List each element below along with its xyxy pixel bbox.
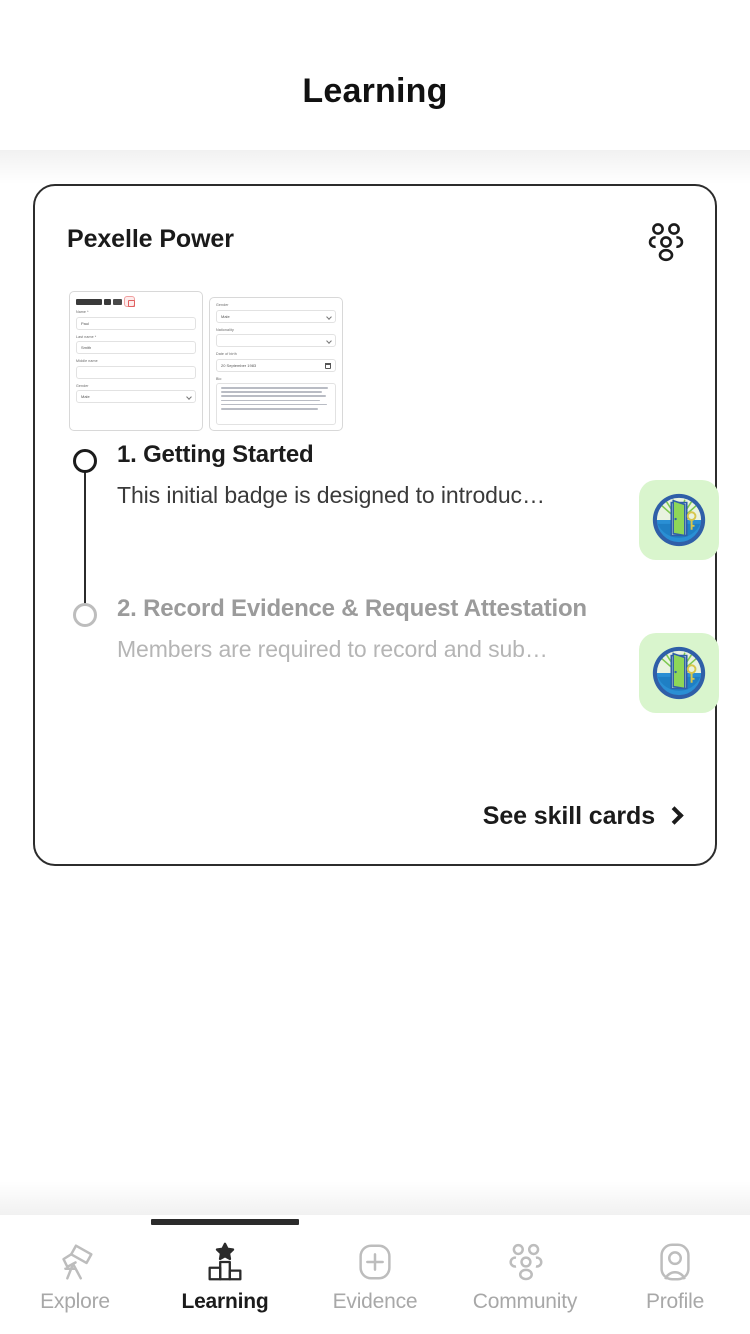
field-label: Name * — [76, 310, 89, 314]
open-door-badge-icon[interactable] — [639, 633, 719, 713]
app-screen: Learning Pexelle Power Name * Paul Last … — [0, 0, 750, 1334]
nav-item-community[interactable]: Community — [450, 1215, 600, 1334]
form-field-gender: Gender Male — [216, 303, 336, 323]
bottom-navigation: Explore Learning Evidence Community Prof… — [0, 1215, 750, 1334]
form-field-gender: Gender Male — [76, 383, 196, 403]
learning-pathway-card[interactable]: Pexelle Power Name * Paul Last name * Sm… — [33, 184, 719, 866]
field-label: Gender — [76, 383, 89, 388]
field-label: Bio — [216, 376, 222, 381]
thumbnail-toolbar — [76, 296, 196, 307]
field-label: Middle name — [76, 359, 98, 363]
step-item-2[interactable]: 2. Record Evidence & Request Attestation… — [117, 595, 717, 663]
timeline-connector — [84, 461, 86, 609]
step-title: 1. Getting Started — [117, 441, 314, 468]
nav-item-explore[interactable]: Explore — [0, 1215, 150, 1334]
chevron-down-icon — [326, 313, 332, 320]
field-label: Last name * — [76, 334, 97, 339]
community-icon[interactable] — [641, 218, 689, 266]
page-title: Learning — [302, 72, 448, 110]
calendar-icon — [325, 363, 331, 369]
telescope-icon — [52, 1237, 98, 1287]
nav-label: Community — [472, 1290, 578, 1313]
plus-square-icon — [352, 1237, 398, 1287]
app-header: Learning — [0, 0, 750, 150]
content-scroll-area[interactable]: Pexelle Power Name * Paul Last name * Sm… — [0, 150, 750, 1218]
step-description: Members are required to record and sub… — [117, 636, 548, 662]
bio-text — [216, 383, 336, 425]
timeline-dot-step-2 — [73, 603, 97, 627]
timeline-dot-step-1 — [73, 449, 97, 473]
nav-label: Explore — [40, 1290, 110, 1313]
form-field-name: Name * Paul — [76, 310, 196, 330]
nav-item-evidence[interactable]: Evidence — [300, 1215, 450, 1334]
person-square-icon — [652, 1237, 698, 1287]
field-value: Male — [221, 313, 230, 319]
profile-form-thumbnail-2[interactable]: Gender Male Nationality Date of birth 20… — [209, 297, 343, 431]
chevron-down-icon — [186, 394, 192, 400]
step-item-1[interactable]: 1. Getting Started This initial badge is… — [117, 441, 717, 509]
chevron-down-icon — [326, 338, 332, 344]
field-label: Date of birth — [216, 352, 237, 356]
profile-form-thumbnail-1[interactable]: Name * Paul Last name * Smith Middle nam… — [69, 291, 203, 431]
nav-label: Evidence — [332, 1290, 418, 1313]
delete-icon — [124, 296, 135, 307]
field-value: 20 September 1983 — [221, 362, 257, 368]
active-tab-indicator — [151, 1219, 299, 1225]
open-door-badge-icon[interactable] — [639, 480, 719, 560]
field-value: Male — [81, 394, 90, 399]
form-field-bio: Bio — [216, 376, 336, 425]
form-field-date-of-birth: Date of birth 20 September 1983 — [216, 352, 336, 372]
card-title: Pexelle Power — [67, 225, 234, 253]
see-skill-cards-link[interactable]: See skill cards — [482, 802, 684, 831]
field-label: Nationality — [216, 327, 234, 332]
form-field-nationality: Nationality — [216, 327, 336, 347]
chevron-right-icon — [665, 806, 684, 825]
community-icon — [502, 1237, 548, 1287]
field-value: Smith — [81, 345, 92, 350]
field-label: Gender — [216, 303, 229, 307]
field-value: Paul — [81, 320, 90, 326]
form-field-last-name: Last name * Smith — [76, 334, 196, 354]
nav-item-learning[interactable]: Learning — [150, 1215, 300, 1334]
podium-star-icon — [202, 1237, 248, 1287]
form-field-middle-name: Middle name — [76, 359, 196, 379]
step-description: This initial badge is designed to introd… — [117, 482, 545, 508]
nav-item-profile[interactable]: Profile — [600, 1215, 750, 1334]
step-title: 2. Record Evidence & Request Attestation — [117, 595, 587, 622]
nav-label: Learning — [181, 1290, 269, 1313]
see-skill-cards-label: See skill cards — [482, 802, 655, 830]
nav-label: Profile — [645, 1290, 705, 1313]
